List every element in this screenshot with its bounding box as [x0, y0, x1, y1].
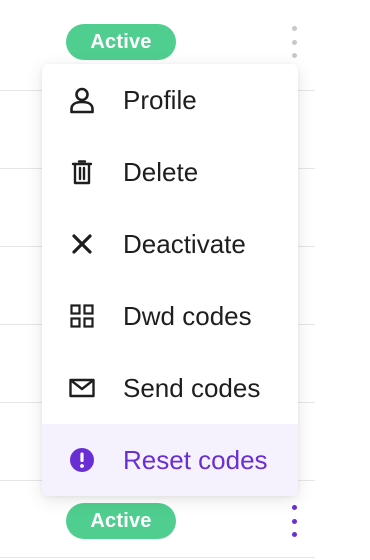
more-options-button-active[interactable] — [286, 503, 302, 539]
menu-item-label: Send codes — [123, 372, 261, 403]
menu-item-send-codes[interactable]: Send codes — [42, 352, 298, 424]
close-icon — [68, 230, 96, 258]
status-badge: Active — [66, 24, 176, 60]
kebab-dot — [291, 53, 297, 58]
table-row-divider — [0, 557, 315, 558]
menu-item-label: Profile — [123, 84, 197, 115]
row-actions-menu: Profile Delete Deactivate Dwd codes Send… — [42, 64, 298, 496]
envelope-icon — [68, 374, 96, 402]
menu-item-delete[interactable]: Delete — [42, 136, 298, 208]
menu-item-deactivate[interactable]: Deactivate — [42, 208, 298, 280]
kebab-dot — [291, 39, 297, 45]
kebab-dot — [291, 505, 297, 510]
menu-item-profile[interactable]: Profile — [42, 64, 298, 136]
menu-item-label: Dwd codes — [123, 300, 252, 331]
menu-item-label: Deactivate — [123, 228, 246, 259]
trash-icon — [68, 158, 96, 186]
kebab-dot — [291, 26, 297, 31]
menu-item-download-codes[interactable]: Dwd codes — [42, 280, 298, 352]
kebab-dot — [291, 518, 297, 524]
alert-circle-icon — [68, 446, 96, 474]
menu-item-label: Reset codes — [123, 444, 268, 475]
status-badge: Active — [66, 503, 176, 539]
kebab-dot — [291, 532, 297, 537]
user-icon — [68, 86, 96, 114]
more-options-button[interactable] — [286, 24, 302, 60]
menu-item-reset-codes[interactable]: Reset codes — [42, 424, 298, 496]
menu-item-label: Delete — [123, 156, 199, 187]
grid-icon — [68, 302, 96, 330]
